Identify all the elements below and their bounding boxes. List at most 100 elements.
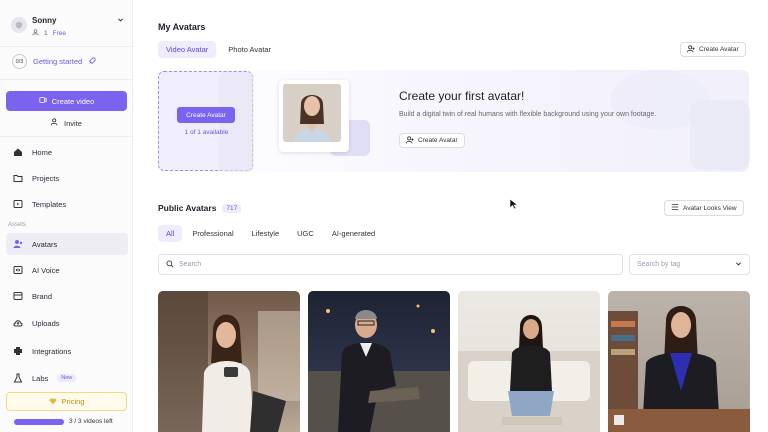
create-video-button[interactable]: Create video [6,91,127,111]
chevron-down-icon [117,16,124,25]
avatar-card-image [608,306,750,432]
filter-ugc[interactable]: UGC [289,225,322,242]
hero-subtitle: Build a digital twin of real humans with… [399,111,657,118]
pricing-button[interactable]: Pricing [6,392,127,411]
home-icon [13,147,23,157]
usage-label: 3 / 3 videos left [69,418,113,425]
empty-avatar-slot[interactable]: Create Avatar 1 of 1 available [158,71,254,172]
user-plus-icon [51,118,59,128]
sidebar-item-label: Home [32,147,53,157]
sidebar-item-uploads[interactable]: Uploads [6,312,128,334]
public-avatars-header: Public Avatars 717 [158,203,242,213]
plan-label: Free [52,30,66,37]
sidebar-item-avatars[interactable]: Avatars [6,233,128,255]
sidebar-item-home[interactable]: Home [6,141,128,163]
brand-icon [13,291,23,301]
filter-ai-generated[interactable]: AI-generated [324,225,383,242]
sidebar-item-labs[interactable]: Labs New [6,367,128,389]
filter-all[interactable]: All [158,225,183,242]
avatar-card[interactable] [158,291,300,432]
getting-started-link[interactable]: 0/3 Getting started [12,54,96,69]
avatar-type-tabs: Video Avatar Photo Avatar [158,41,279,58]
labs-icon [13,373,23,383]
video-plus-icon [39,96,47,106]
create-avatar-slot-button[interactable]: Create Avatar [177,107,235,123]
video-usage: 3 / 3 videos left [14,418,124,425]
create-avatar-button[interactable]: Create Avatar [680,42,746,57]
progress-ring: 0/3 [12,54,27,69]
voice-icon [13,265,23,275]
tab-video-avatar[interactable]: Video Avatar [158,41,217,58]
tag-search-placeholder: Search by tag [637,261,681,268]
section-label-assets: Assets [8,222,27,228]
sidebar-item-label: Brand [32,291,53,301]
decorative-shape [690,100,750,170]
avatar-card[interactable] [608,291,750,432]
search-input[interactable]: Search [158,254,623,275]
mouse-cursor [509,197,519,215]
divider [0,46,133,47]
avatar-looks-view-label: Avatar Looks View [683,204,737,212]
user-plus-icon [687,44,695,55]
create-avatar-label: Create Avatar [699,46,739,53]
pricing-label: Pricing [61,397,85,406]
create-video-label: Create video [51,96,95,106]
tab-photo-avatar[interactable]: Photo Avatar [220,41,279,58]
members-icon [32,29,39,38]
app-window: Sonny 1 Free 0/3 Getting started Create … [0,0,768,432]
category-filters: All Professional Lifestyle UGC AI-genera… [158,225,383,242]
filter-lifestyle[interactable]: Lifestyle [244,225,288,242]
workspace-plan: 1 Free [32,29,66,38]
tag-search-select[interactable]: Search by tag [629,254,750,275]
sidebar-item-label: Templates [32,199,67,209]
sidebar-item-brand[interactable]: Brand [6,285,128,307]
my-avatars-title: My Avatars [158,22,206,32]
sidebar-item-label: Uploads [32,318,60,328]
workspace-avatar [11,17,27,33]
avatar-card[interactable] [308,291,450,432]
divider [0,136,133,137]
invite-label: Invite [64,118,82,128]
rocket-icon [88,56,96,67]
hero-title: Create your first avatar! [399,89,525,103]
avatar-card-image [458,315,600,432]
template-icon [13,199,23,209]
avatar-icon [13,239,23,249]
avatar-card[interactable] [458,291,600,432]
hero-create-avatar-label: Create Avatar [418,137,458,144]
sidebar: Sonny 1 Free 0/3 Getting started Create … [0,0,133,432]
avatar-looks-view-button[interactable]: Avatar Looks View [664,200,744,216]
user-plus-icon [406,135,414,146]
avatar-availability: 1 of 1 available [184,129,229,136]
integrations-icon [13,346,23,356]
workspace-switcher[interactable]: Sonny 1 Free [6,12,128,44]
divider [0,79,133,80]
folder-icon [13,173,23,183]
usage-progress-fill [14,418,64,425]
search-icon [166,260,174,270]
sidebar-item-integrations[interactable]: Integrations [6,340,128,362]
workspace-name: Sonny [32,16,57,25]
search-placeholder: Search [179,261,202,268]
sidebar-item-ai-voice[interactable]: AI Voice [6,259,128,281]
members-count: 1 [44,30,48,37]
upload-icon [13,318,23,328]
chevron-down-icon [735,260,742,269]
sidebar-item-label: Integrations [32,346,72,356]
hero-create-avatar-button[interactable]: Create Avatar [399,133,465,148]
avatar-card-image [158,291,300,432]
sidebar-item-templates[interactable]: Templates [6,193,128,215]
sidebar-item-projects[interactable]: Projects [6,167,128,189]
public-avatars-title: Public Avatars [158,203,217,213]
avatar-card-image [308,304,450,432]
usage-progress-bar [14,418,64,425]
sidebar-item-label: Projects [32,173,60,183]
invite-button[interactable]: Invite [6,114,127,132]
sidebar-item-label: Avatars [32,239,58,249]
list-icon [671,203,679,213]
diamond-icon [48,397,57,407]
sidebar-item-label: AI Voice [32,265,60,275]
new-badge: New [57,374,77,382]
filter-professional[interactable]: Professional [184,225,241,242]
sample-avatar-image [283,84,341,142]
